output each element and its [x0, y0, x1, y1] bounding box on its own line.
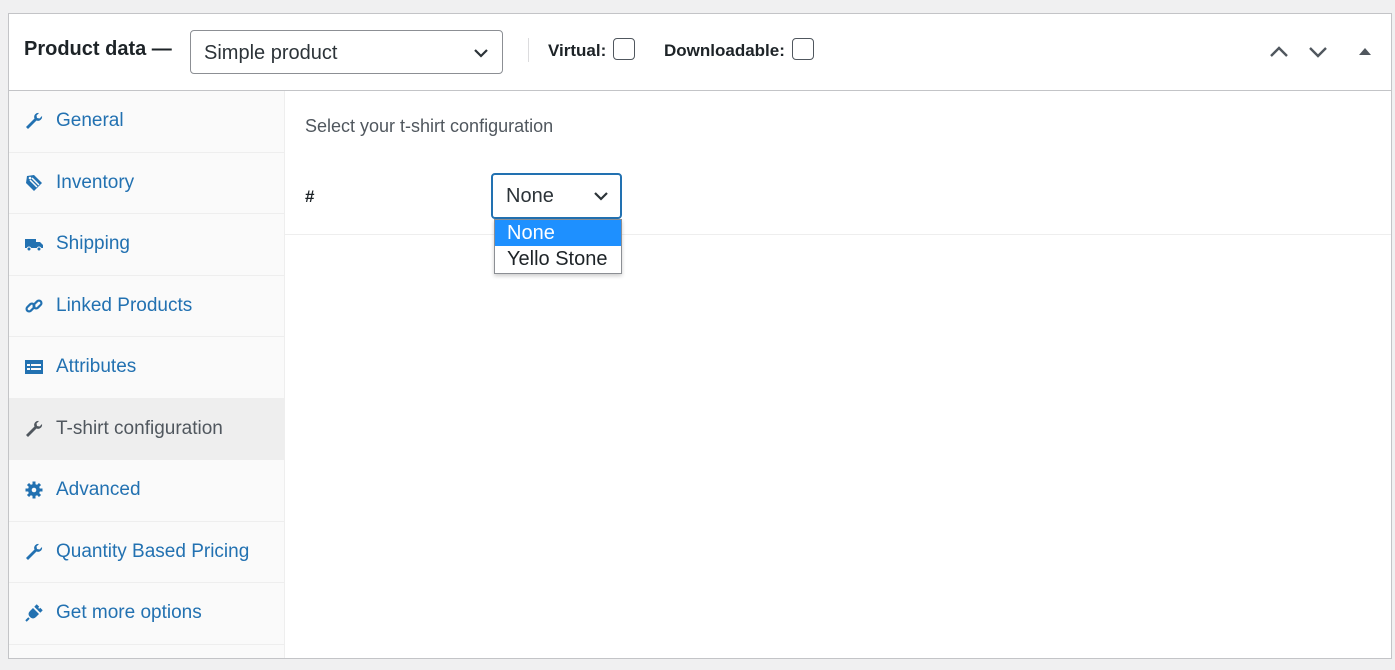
chevron-down-icon	[474, 49, 488, 58]
tab-get-more-options[interactable]: Get more options	[9, 583, 284, 645]
chevron-up-icon[interactable]	[1267, 40, 1291, 64]
tab-label: Quantity Based Pricing	[56, 540, 250, 562]
tab-label: Inventory	[56, 171, 135, 193]
plugin-icon	[25, 604, 43, 622]
chevron-down-icon	[594, 192, 608, 201]
sidebar-tabs: General Inventory Shipping Linked Produc…	[9, 91, 285, 658]
link-icon	[25, 299, 43, 313]
configuration-select-value: None	[506, 185, 554, 207]
tab-quantity-based-pricing[interactable]: Quantity Based Pricing	[9, 522, 284, 583]
tab-shipping[interactable]: Shipping	[9, 214, 284, 276]
panel-title: Product data —	[24, 38, 172, 60]
collapse-arrow-icon[interactable]	[1353, 40, 1377, 64]
dropdown-option-yello-stone[interactable]: Yello Stone	[495, 246, 621, 272]
downloadable-checkbox[interactable]	[792, 38, 814, 60]
field-label: #	[305, 187, 315, 206]
tab-attributes[interactable]: Attributes	[9, 337, 284, 399]
tab-content: Select your t-shirt configuration # None…	[285, 91, 1391, 658]
tag-icon	[26, 174, 42, 191]
configuration-select[interactable]: None	[491, 173, 622, 219]
configuration-dropdown-list: None Yello Stone	[494, 219, 622, 274]
tab-label: Linked Products	[56, 294, 193, 316]
chevron-down-icon[interactable]	[1306, 40, 1330, 64]
tab-tshirt-configuration[interactable]: T-shirt configuration	[9, 398, 284, 460]
dropdown-option-none[interactable]: None	[495, 220, 621, 246]
section-intro: Select your t-shirt configuration	[305, 116, 554, 136]
tab-label: Get more options	[56, 602, 202, 624]
tab-advanced[interactable]: Advanced	[9, 460, 284, 522]
wrench-icon	[26, 420, 43, 437]
product-data-panel: Product data — Simple product Virtual: D…	[8, 13, 1392, 659]
wrench-icon	[26, 113, 43, 130]
wrench-icon	[26, 543, 43, 560]
product-type-value: Simple product	[204, 42, 338, 64]
tab-inventory[interactable]: Inventory	[9, 153, 284, 214]
tab-label: Attributes	[56, 356, 137, 378]
config-field-row: # None	[285, 146, 1391, 235]
list-view-icon	[25, 360, 43, 375]
tab-linked-products[interactable]: Linked Products	[9, 276, 284, 337]
virtual-checkbox[interactable]	[613, 38, 635, 60]
panel-header: Product data — Simple product Virtual: D…	[9, 14, 1391, 91]
product-type-select[interactable]: Simple product	[190, 30, 503, 74]
tab-general[interactable]: General	[9, 91, 284, 153]
tab-label: General	[56, 110, 124, 132]
header-divider	[528, 38, 529, 62]
tab-label: T-shirt configuration	[56, 417, 223, 439]
truck-icon	[25, 239, 43, 252]
downloadable-label: Downloadable:	[664, 41, 785, 60]
tab-label: Advanced	[56, 479, 141, 501]
gear-icon	[25, 481, 43, 499]
tab-label: Shipping	[56, 233, 130, 255]
virtual-label: Virtual:	[548, 41, 607, 60]
